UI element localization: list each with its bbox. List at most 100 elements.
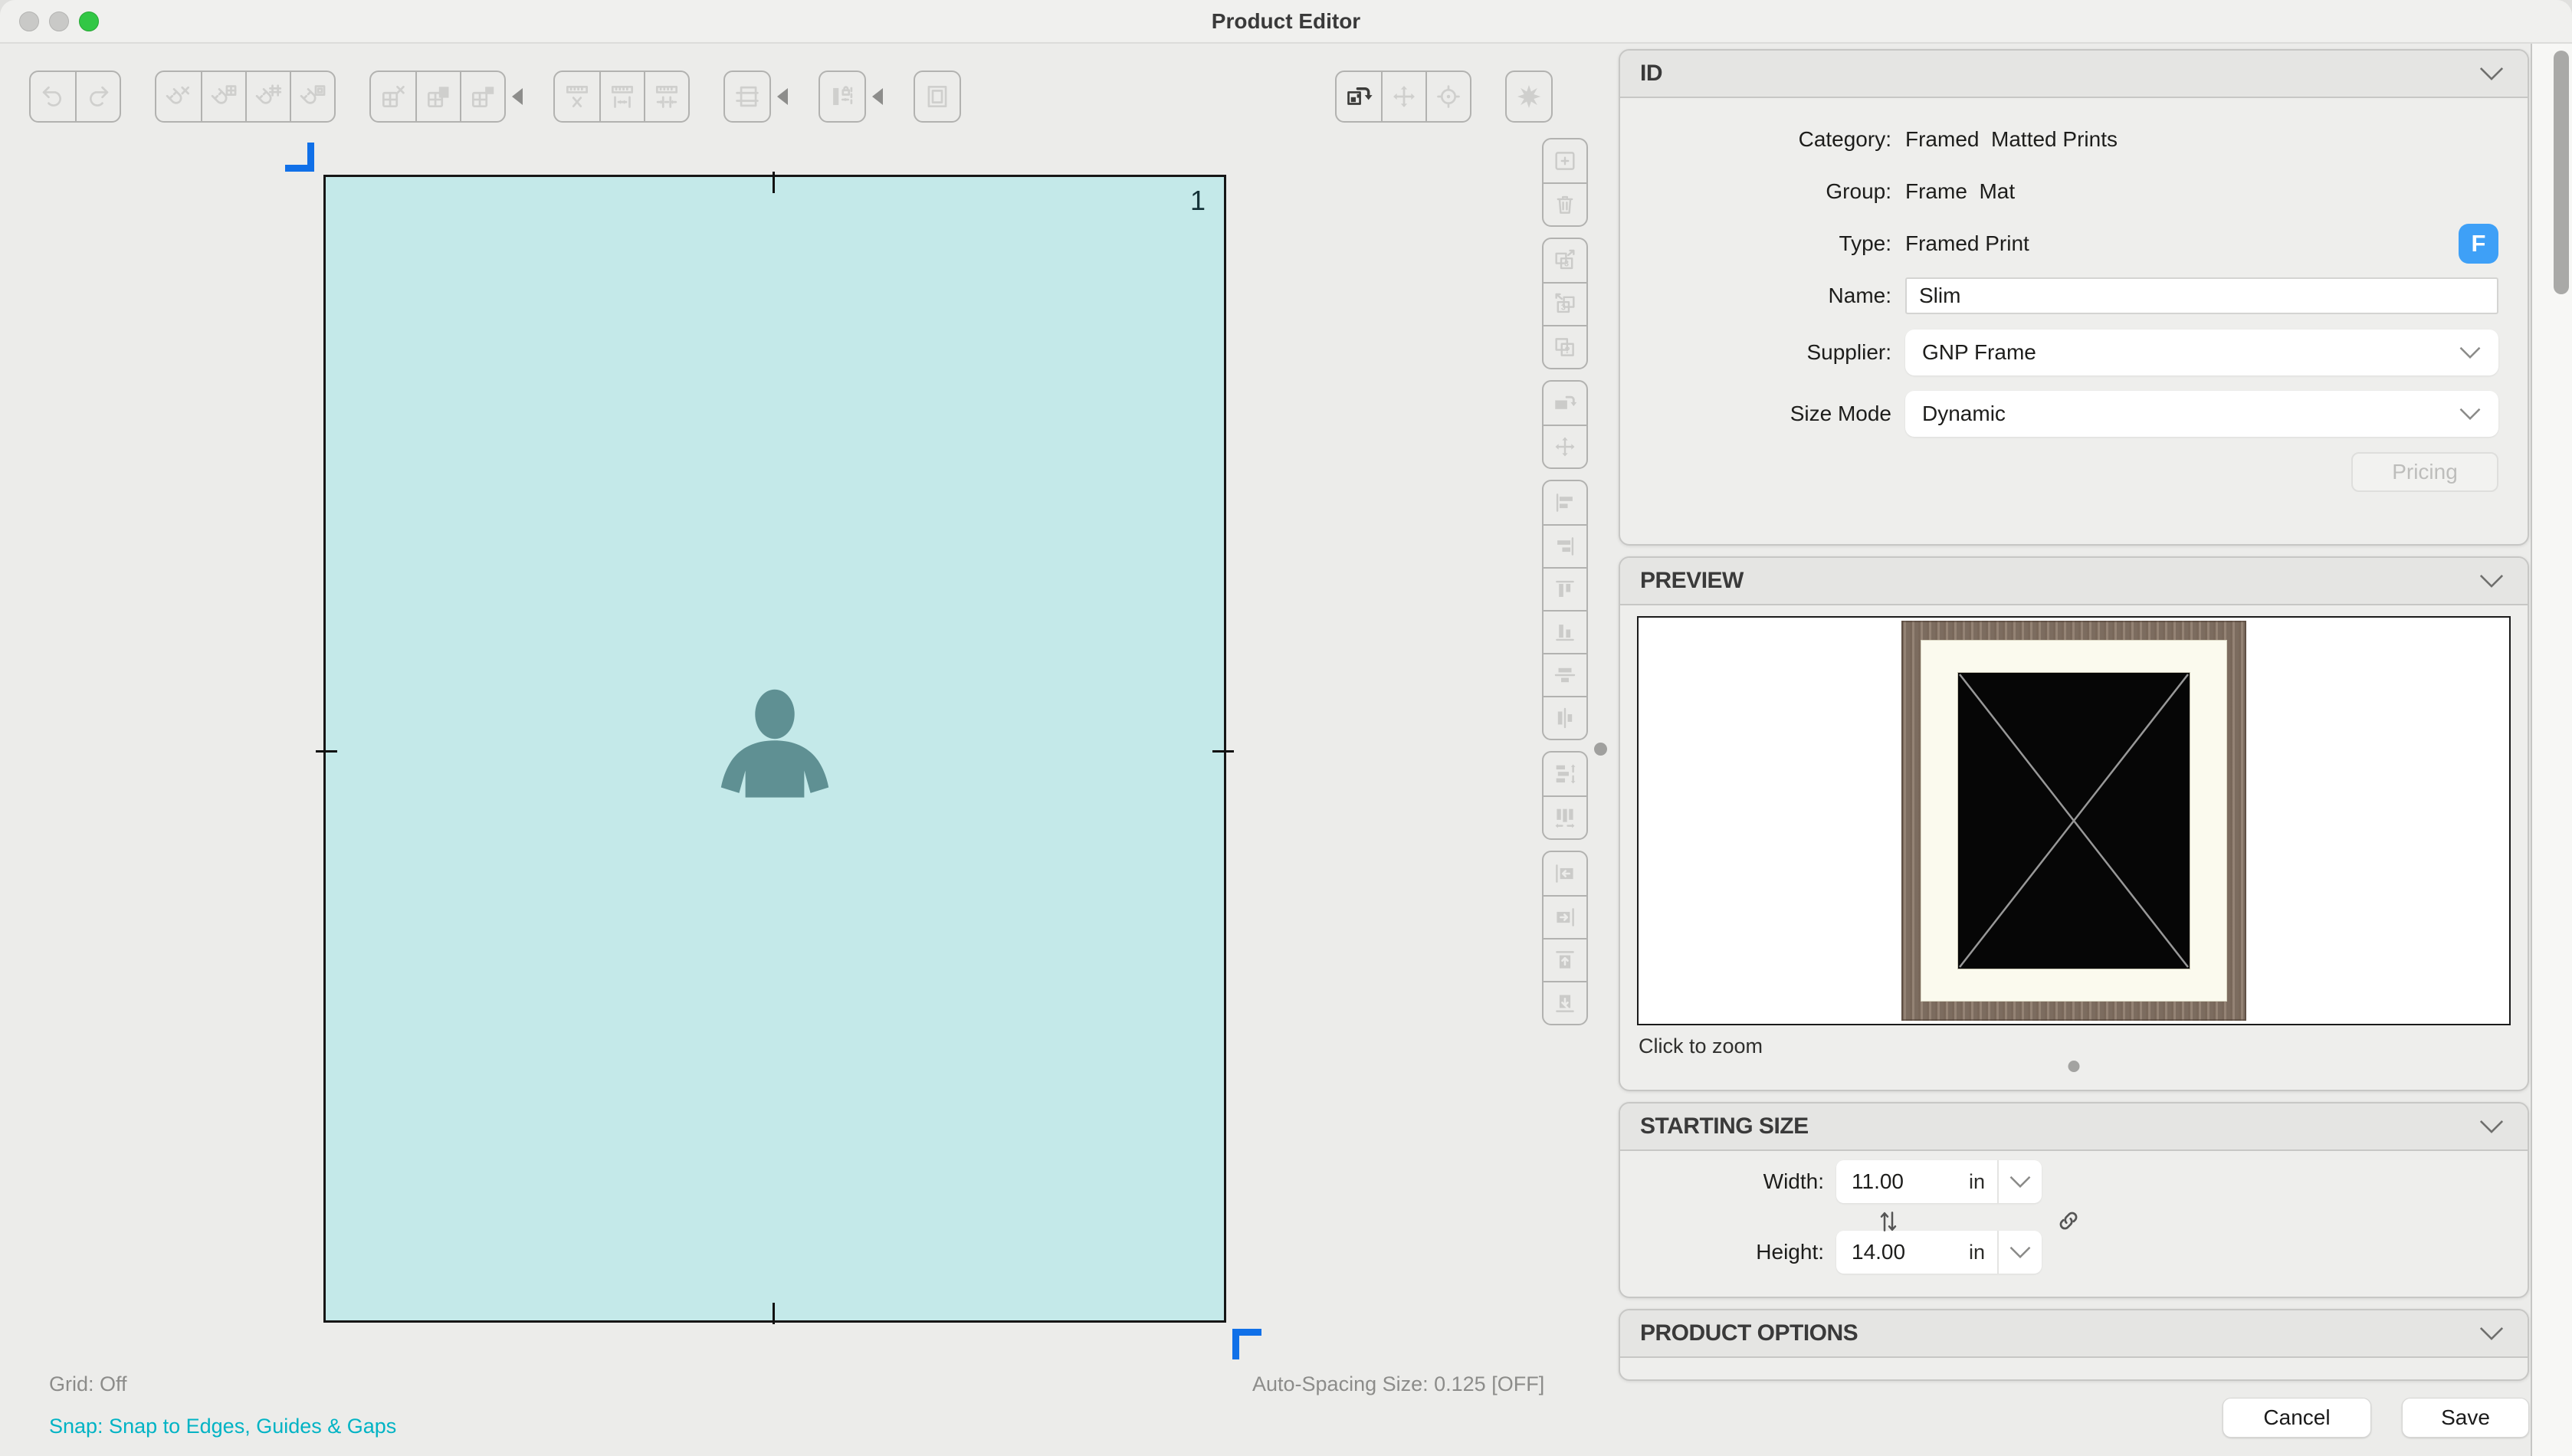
toolbar-group (369, 71, 506, 123)
spacing-off-button[interactable] (555, 72, 599, 121)
design-frame[interactable]: 1 (323, 175, 1226, 1323)
grid-delete-icon (382, 85, 405, 108)
width-unit-dropdown[interactable] (1999, 1174, 2042, 1189)
push-left-icon (1556, 864, 1573, 883)
frame-delete-button[interactable] (1544, 182, 1586, 225)
undo-button[interactable] (31, 72, 75, 121)
guides-button[interactable] (725, 72, 769, 121)
page-indicator-dot[interactable] (2068, 1061, 2080, 1072)
spacing-inner-button[interactable] (599, 72, 644, 121)
align-right-button[interactable] (1544, 524, 1586, 567)
height-value: 14.00 (1852, 1240, 1906, 1264)
frame-number-label: 1 (1189, 185, 1206, 216)
spacing-outer-button[interactable] (644, 72, 688, 121)
toolbar-group (1505, 71, 1553, 123)
align-top-button[interactable] (1544, 567, 1586, 610)
id-panel-header[interactable]: ID (1620, 51, 2528, 98)
type-badge: F (2459, 224, 2498, 264)
toolbar-group (1542, 138, 1588, 227)
handle-left-center[interactable] (316, 750, 337, 753)
product-options-panel-header[interactable]: PRODUCT OPTIONS (1620, 1310, 2528, 1358)
grid-corner-button[interactable] (460, 72, 504, 121)
preview-panel: PREVIEW Click to zoom (1619, 556, 2529, 1091)
preview-image[interactable] (1637, 616, 2511, 1025)
align-center-v-button[interactable] (1544, 653, 1586, 696)
pricing-button[interactable]: Pricing (2351, 452, 2498, 492)
push-left-button[interactable] (1544, 852, 1586, 895)
snap-off-button[interactable] (156, 72, 201, 121)
snap-guides-icon (255, 84, 282, 104)
type-label: Type: (1839, 231, 1891, 255)
effects-button[interactable] (1507, 72, 1551, 121)
product-editor-window: Product Editor 1 3 3? Grid: Off Snap: Sna… (0, 0, 2572, 1456)
height-field[interactable]: 14.00 in (1836, 1231, 2042, 1274)
preview-panel-header[interactable]: PREVIEW (1620, 558, 2528, 605)
save-button[interactable]: Save (2402, 1398, 2529, 1438)
copy-next-button[interactable]: 3 (1544, 239, 1586, 282)
push-right-button[interactable] (1544, 895, 1586, 938)
chevron-down-icon (2459, 408, 2481, 421)
align-bottom-button[interactable] (1544, 610, 1586, 653)
redo-button[interactable] (75, 72, 120, 121)
scrollbar-thumb[interactable] (2554, 51, 2569, 294)
align-left-icon (1556, 494, 1573, 512)
handle-bottom-center[interactable] (773, 1303, 775, 1324)
supplier-label: Supplier: (1806, 340, 1891, 364)
distribute-h-button[interactable] (1544, 795, 1586, 838)
snap-grid-button[interactable] (201, 72, 245, 121)
align-center-h-icon (1557, 707, 1573, 729)
toolbar-group: 3 3? (1542, 238, 1588, 369)
rotate-canvas-button[interactable] (1337, 72, 1381, 121)
window-title: Product Editor (1211, 9, 1361, 33)
frame-add-button[interactable] (1544, 139, 1586, 182)
cancel-button[interactable]: Cancel (2223, 1398, 2371, 1438)
align-left-button[interactable] (1544, 481, 1586, 524)
name-input[interactable] (1905, 277, 2498, 314)
placeholder-x-icon (1959, 674, 2189, 968)
distribute-v-button[interactable] (1544, 753, 1586, 795)
frame-rotate-button[interactable] (1544, 382, 1586, 425)
frame-delete-icon (1557, 195, 1573, 214)
grid-fill-icon (427, 87, 449, 108)
align-center-h-button[interactable] (1544, 696, 1586, 739)
frame-outline-button[interactable] (915, 72, 960, 121)
swap-dimensions-icon[interactable] (1873, 1206, 1904, 1237)
preview-panel-title: PREVIEW (1640, 568, 1744, 593)
grid-delete-button[interactable] (371, 72, 415, 121)
snap-guides-button[interactable] (245, 72, 290, 121)
copy-prev-icon: 3 (1555, 293, 1575, 313)
starting-size-panel: STARTING SIZE Width: 11.00 in Height: 14… (1619, 1102, 2529, 1298)
starting-size-panel-header[interactable]: STARTING SIZE (1620, 1103, 2528, 1151)
height-unit-dropdown[interactable] (1999, 1244, 2042, 1260)
splitter-handle[interactable] (1594, 743, 1607, 756)
frame-move-button[interactable] (1544, 425, 1586, 467)
width-unit: in (1968, 1169, 1985, 1193)
snap-frame-button[interactable] (290, 72, 334, 121)
toolbar-group (553, 71, 690, 123)
category-value: Framed Matted Prints (1905, 127, 2118, 151)
frame-rotate-icon (1555, 395, 1577, 409)
handle-top-center[interactable] (773, 172, 775, 193)
copy-unknown-button[interactable]: ? (1544, 325, 1586, 368)
link-dimensions-icon[interactable] (2054, 1206, 2083, 1235)
size-mode-dropdown[interactable]: Dynamic (1905, 391, 2498, 437)
handle-right-center[interactable] (1212, 750, 1234, 753)
move-canvas-icon (1393, 86, 1415, 107)
distribute-h-icon (1555, 808, 1575, 828)
toolbar-left (29, 71, 995, 123)
push-up-button[interactable] (1544, 938, 1586, 981)
width-field[interactable]: 11.00 in (1836, 1160, 2042, 1203)
toolbar-group (819, 71, 866, 123)
spacing-inner-icon (611, 85, 634, 108)
margin-lock-button[interactable] (820, 72, 864, 121)
align-bottom-icon (1556, 625, 1574, 641)
move-canvas-button[interactable] (1381, 72, 1425, 121)
width-value: 11.00 (1852, 1169, 1904, 1193)
copy-prev-button[interactable]: 3 (1544, 282, 1586, 325)
center-canvas-button[interactable] (1425, 72, 1470, 121)
starting-size-panel-title: STARTING SIZE (1640, 1113, 1809, 1139)
push-down-button[interactable] (1544, 981, 1586, 1024)
supplier-dropdown[interactable]: GNP Frame (1905, 330, 2498, 375)
mat-preview (1921, 640, 2227, 1002)
grid-fill-button[interactable] (415, 72, 460, 121)
